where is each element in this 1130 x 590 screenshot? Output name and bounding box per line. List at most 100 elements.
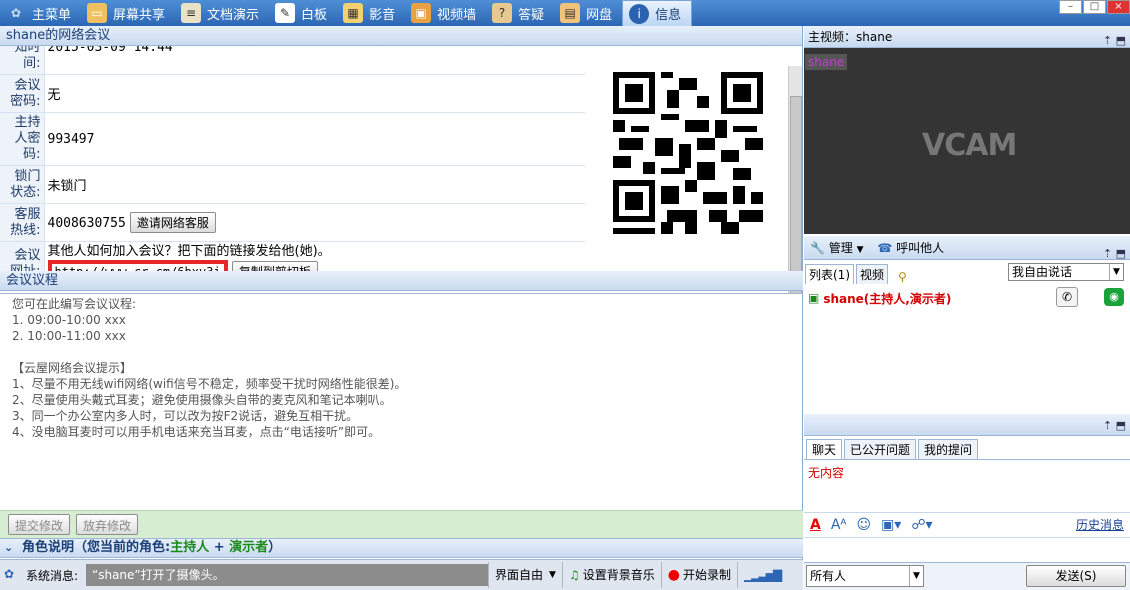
chevron-down-icon: ▼ — [1109, 264, 1123, 280]
tab-list[interactable]: 列表(1) — [805, 264, 854, 284]
tab-chat[interactable]: 聊天 — [806, 439, 843, 459]
chevron-down-icon: ▼ — [549, 570, 556, 580]
chevron-down-icon: ▼ — [909, 566, 923, 586]
minimize-icon[interactable]: – — [1059, 0, 1082, 14]
close-icon[interactable]: × — [1107, 0, 1130, 14]
meeting-title: shane的网络会议 — [0, 26, 802, 46]
music-icon: ♫ — [568, 568, 580, 582]
record-button[interactable]: ● 开始录制 — [660, 562, 737, 588]
status-bar: ✿ 系统消息: “shane”打开了摄像头。 界面自由 ▼ ♫ 设置背景音乐 ● 开始… — [0, 559, 803, 590]
font-color-icon[interactable]: A — [810, 517, 821, 533]
left-panel: shane的网络会议 知时间: 2015-03-09 14:44 会议密码: 无… — [0, 26, 803, 590]
agenda-editor[interactable]: 您可在此编写会议议程: 1. 09:00-10:00 xxx 2. 10:00-… — [0, 292, 803, 532]
right-panel: 主视频：shane ⇡ ⬒ shane VCAM 🔧 管理 ▼ ☎ 呼叫他人 ⇡… — [804, 26, 1130, 590]
info-value: 2015-03-09 14:44 — [44, 46, 585, 75]
toolbar-document[interactable]: ≡ 文档演示 — [175, 0, 269, 26]
call-others-button[interactable]: ☎ 呼叫他人 — [877, 241, 944, 255]
speak-mode-select[interactable]: 我自由说话 ▼ — [1008, 263, 1124, 281]
info-row-host-password: 主持人密码: 993497 — [0, 112, 585, 166]
emoji-icon[interactable]: ☺ — [856, 517, 871, 533]
chat-send-bar: 所有人 ▼ 发送(S) — [804, 562, 1130, 590]
video-user-tag: shane — [805, 54, 848, 70]
info-value: 无 — [44, 74, 585, 113]
toolbar-cloud-drive[interactable]: ▤ 网盘 — [554, 0, 622, 26]
tab-public-questions[interactable]: 已公开问题 — [844, 439, 917, 459]
role-description: ⌄ 角色说明（您当前的角色:主持人 + 演示者） — [0, 538, 803, 558]
chat-input[interactable] — [804, 537, 1130, 561]
info-label: 锁门状态: — [0, 165, 45, 204]
chat-title-bar: ⇡ ⬒ — [804, 414, 1130, 436]
call-icon: ☎ — [877, 241, 893, 255]
qa-icon: ? — [492, 3, 513, 23]
shake-icon[interactable]: ☍▾ — [911, 517, 932, 533]
meeting-info: 知时间: 2015-03-09 14:44 会议密码: 无 主持人密码: 993… — [0, 46, 803, 294]
chat-tabs: 聊天 已公开问题 我的提问 — [804, 439, 1130, 460]
monitor-icon: ▣ — [808, 291, 820, 305]
main-toolbar: ✿ 主菜单 ▭ 屏幕共享 ≡ 文档演示 ✎ 白板 ▦ 影音 ▣ 视频墙 ? 答疑 ▤ 网盘 i信… — [0, 0, 1130, 26]
menu-icon: ✿ — [10, 6, 22, 20]
video-wall-icon: ▣ — [411, 3, 432, 23]
send-button[interactable]: 发送(S) — [1026, 565, 1126, 587]
scrollbar-thumb[interactable] — [790, 96, 802, 293]
info-row-password: 会议密码: 无 — [0, 74, 585, 113]
tab-my-questions[interactable]: 我的提问 — [918, 439, 979, 459]
system-message: “shane”打开了摄像头。 — [86, 564, 488, 586]
manage-button[interactable]: 🔧 管理 ▼ — [810, 241, 864, 255]
wrench-icon: 🔧 — [810, 241, 825, 255]
font-size-icon[interactable]: Aᴬ — [831, 517, 847, 533]
info-value: 993497 — [44, 112, 585, 166]
invite-support-button[interactable]: 邀请网络客服 — [129, 212, 216, 233]
toolbar-qa[interactable]: ? 答疑 — [486, 0, 554, 26]
search-icon[interactable]: ⚲ — [898, 270, 907, 284]
submit-changes-button[interactable]: 提交修改 — [8, 514, 71, 535]
chat-messages: 无内容 — [808, 466, 845, 480]
vcam-logo: VCAM — [922, 128, 1017, 163]
toolbar-whiteboard[interactable]: ✎ 白板 — [269, 0, 337, 26]
main-video: shane VCAM — [804, 48, 1130, 234]
toolbar-info[interactable]: i 信息 — [622, 0, 693, 26]
chevron-down-icon: ▼ — [856, 245, 864, 255]
screen-share-icon: ▭ — [87, 3, 108, 23]
info-label: 知时间: — [0, 46, 45, 75]
chevron-down-icon: ⌄ — [4, 541, 14, 554]
history-messages-link[interactable]: 历史消息 — [1076, 516, 1124, 533]
info-row-lock: 锁门状态: 未锁门 — [0, 165, 585, 204]
media-icon: ▦ — [343, 3, 364, 23]
cloud-drive-icon: ▤ — [560, 3, 581, 23]
maximize-icon[interactable]: □ — [1083, 0, 1106, 14]
phone-icon[interactable]: ✆ — [1056, 287, 1078, 307]
panel-controls[interactable]: ⇡ ⬒ — [1103, 419, 1126, 432]
discard-changes-button[interactable]: 放弃修改 — [76, 514, 139, 535]
info-label: 主持人密码: — [0, 112, 45, 166]
camera-icon[interactable]: ◉ — [1104, 288, 1124, 306]
toolbar-video-wall[interactable]: ▣ 视频墙 — [405, 0, 486, 26]
document-icon: ≡ — [181, 3, 202, 23]
hotline-number: 4008630755 — [47, 216, 126, 231]
info-scrollbar[interactable] — [788, 66, 802, 293]
info-row-time: 知时间: 2015-03-09 14:44 — [0, 46, 585, 75]
toolbar-screen-share[interactable]: ▭ 屏幕共享 — [81, 0, 175, 26]
meeting-info-table: 知时间: 2015-03-09 14:44 会议密码: 无 主持人密码: 993… — [0, 46, 585, 287]
ui-mode-dropdown[interactable]: 界面自由 ▼ — [488, 562, 562, 588]
tab-video[interactable]: 视频 — [856, 264, 889, 284]
member-name: shane(主持人,演示者) — [823, 291, 952, 306]
record-icon: ● — [667, 567, 680, 583]
info-label: 客服热线: — [0, 203, 45, 242]
screenshot-icon[interactable]: ▣▾ — [881, 517, 901, 533]
member-row[interactable]: ▣ shane(主持人,演示者) ✆ ◉ — [804, 286, 1130, 310]
signal-icon: ▁▂▃▅▇ — [736, 562, 786, 588]
member-toolbar: 🔧 管理 ▼ ☎ 呼叫他人 ⇡ ⬒ — [804, 236, 1130, 260]
info-label: 会议密码: — [0, 74, 45, 113]
info-icon: i — [629, 3, 650, 24]
agenda-title: 会议议程 — [0, 271, 803, 291]
bg-music-button[interactable]: ♫ 设置背景音乐 — [561, 562, 661, 588]
logo-icon: ✿ — [4, 567, 15, 581]
recipient-select[interactable]: 所有人 ▼ — [806, 565, 924, 587]
toolbar-media[interactable]: ▦ 影音 — [337, 0, 405, 26]
toolbar-main-menu[interactable]: ✿ 主菜单 — [0, 0, 81, 26]
info-value: 未锁门 — [44, 165, 585, 204]
whiteboard-icon: ✎ — [275, 3, 296, 23]
qr-code-image — [613, 72, 763, 234]
chat-toolbar: A Aᴬ ☺ ▣▾ ☍▾ 历史消息 — [804, 512, 1130, 536]
info-row-hotline: 客服热线: 4008630755 邀请网络客服 — [0, 203, 585, 242]
